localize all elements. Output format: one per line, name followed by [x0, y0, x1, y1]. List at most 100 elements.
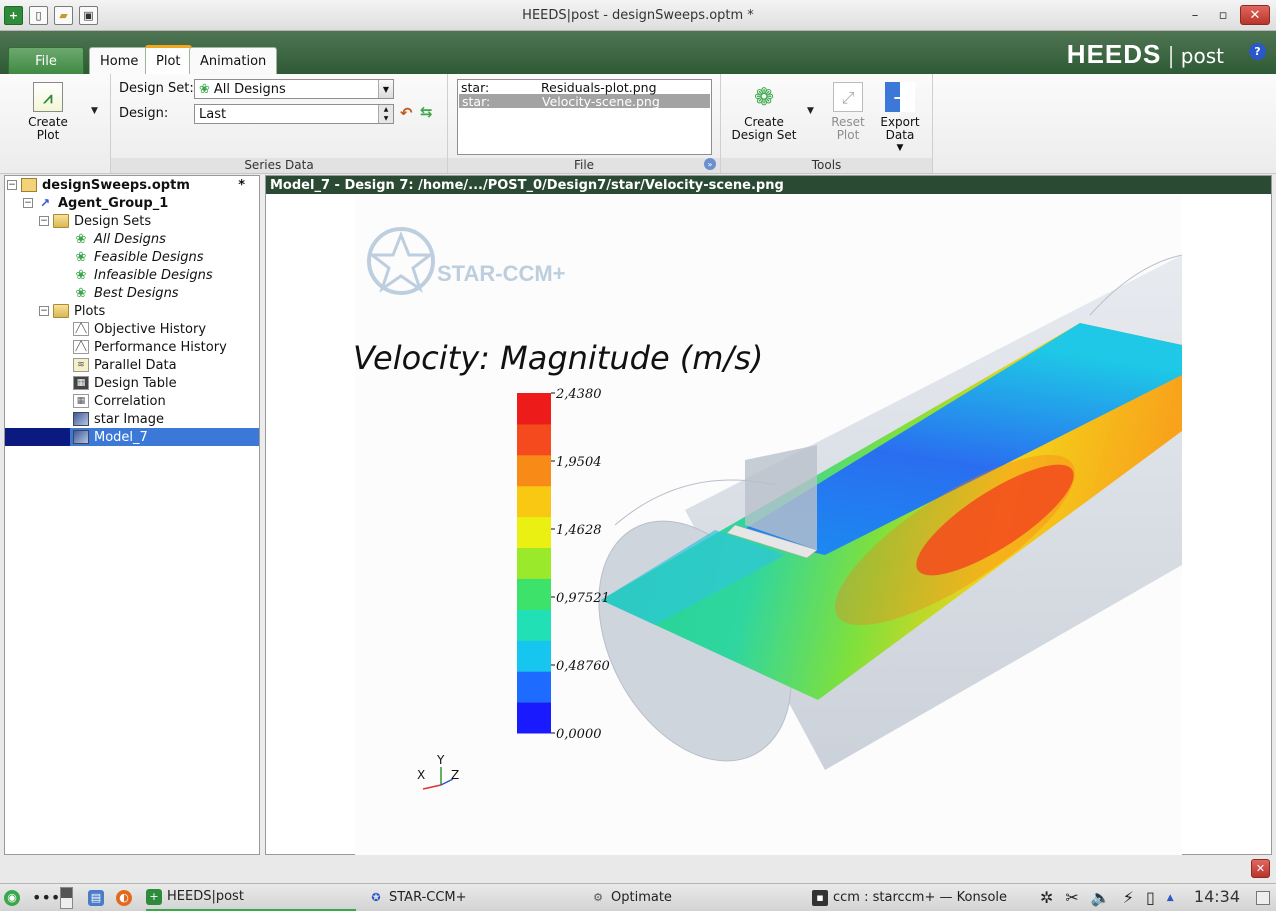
colorbar-swatches	[517, 393, 551, 734]
viewer-title: Model_7 - Design 7: /home/.../POST_0/Des…	[266, 176, 1271, 194]
image-icon	[73, 412, 89, 426]
spin-up-icon[interactable]: ▲	[378, 105, 393, 114]
tree-design-set[interactable]: ❀ Feasible Designs	[5, 248, 259, 266]
chevron-down-icon[interactable]: ▼	[378, 80, 393, 98]
tab-animation[interactable]: Animation	[189, 47, 278, 74]
reset-plot-label-2: Plot	[836, 128, 860, 142]
plot-label: Correlation	[94, 393, 166, 409]
desktop-pager-icon[interactable]	[60, 884, 73, 911]
axis-triad: X Y Z	[417, 753, 459, 790]
tools-icon[interactable]: ✂	[1065, 888, 1078, 907]
battery-icon[interactable]: ▯	[1146, 888, 1155, 907]
file-group-expand-icon[interactable]: »	[704, 158, 716, 170]
list-item[interactable]: star: Residuals-plot.png	[458, 80, 711, 95]
taskbar-item-label: STAR-CCM+	[389, 890, 467, 905]
list-item-selected[interactable]: star: Velocity-scene.png	[459, 94, 710, 109]
series-data-group-label: Series Data	[111, 158, 447, 173]
colorbar-swatch	[517, 702, 551, 734]
design-spinbox[interactable]: Last ▲ ▼	[194, 104, 394, 124]
tree-root[interactable]: − designSweeps.optm *	[5, 176, 259, 194]
tree-design-sets-folder[interactable]: − Design Sets	[5, 212, 259, 230]
help-icon[interactable]: ?	[1249, 43, 1266, 60]
tree-plot[interactable]: ╱╲ Performance History	[5, 338, 259, 356]
tree-plot[interactable]: ≋ Parallel Data	[5, 356, 259, 374]
tree-design-set[interactable]: ❀ All Designs	[5, 230, 259, 248]
design-set-icon: ❀	[199, 81, 210, 97]
restore-button[interactable]: ▫	[1212, 5, 1234, 25]
scene-svg: STAR-CCM+ Velocity: Magnitude (m/s) 2,43…	[355, 227, 1182, 790]
tree-plots-folder[interactable]: − Plots	[5, 302, 259, 320]
tree-plot[interactable]: ╱╲ Objective History	[5, 320, 259, 338]
tree-agent-group[interactable]: − ↗ Agent_Group_1	[5, 194, 259, 212]
plot-viewer: Model_7 - Design 7: /home/.../POST_0/Des…	[265, 175, 1272, 855]
minimize-button[interactable]: –	[1184, 5, 1206, 25]
design-set-label: Infeasible Designs	[94, 267, 213, 283]
network-icon[interactable]: ⚡	[1123, 888, 1134, 907]
undo-icon[interactable]: ↶	[400, 104, 413, 122]
colorbar-swatch	[517, 485, 551, 518]
axis-y-label: Y	[436, 753, 445, 767]
design-set-combo[interactable]: ❀ All Designs ▼	[194, 79, 394, 99]
create-design-set-dropdown-icon[interactable]: ▼	[807, 106, 814, 116]
axis-z-label: Z	[451, 768, 459, 782]
collapse-icon[interactable]: −	[39, 306, 49, 316]
taskbar-item-konsole[interactable]: ▪ ccm : starccm+ — Konsole	[812, 884, 1007, 911]
collapse-icon[interactable]: −	[7, 180, 17, 190]
colorbar-tick-label: 0,97521	[556, 591, 610, 606]
tab-home[interactable]: Home	[89, 47, 150, 74]
taskbar-item-star-ccm[interactable]: ✪ STAR-CCM+	[368, 884, 467, 911]
taskbar-item-label: ccm : starccm+ — Konsole	[833, 890, 1008, 905]
taskbar-item-optimate[interactable]: ⚙ Optimate	[590, 884, 672, 911]
taskbar-item-heeds[interactable]: + HEEDS|post	[146, 884, 356, 911]
tray-expand-icon[interactable]: ▲	[1167, 893, 1174, 903]
history-plot-icon: ╱╲	[73, 340, 89, 354]
colorbar-swatch	[517, 393, 551, 425]
reset-plot-button[interactable]: ⤢ Reset Plot	[825, 82, 871, 142]
tree-plot[interactable]: star Image	[5, 410, 259, 428]
ribbon: ⩘ Create Plot ▼ Design Set: ❀ All Design…	[0, 74, 1276, 174]
collapse-icon[interactable]: −	[39, 216, 49, 226]
file-source: star:	[461, 80, 490, 95]
tree-plot-selected[interactable]: Model_7	[5, 428, 259, 446]
volume-icon[interactable]: 🔈	[1091, 888, 1111, 907]
bug-icon[interactable]: ✲	[1040, 888, 1053, 907]
file-manager-icon[interactable]: ▤	[88, 884, 104, 911]
clock: 14:34	[1193, 887, 1240, 906]
tab-file[interactable]: File	[8, 47, 84, 74]
tree-plot[interactable]: ▦ Correlation	[5, 392, 259, 410]
create-design-set-button[interactable]: ❁ Create Design Set	[729, 82, 799, 142]
agent-group-label: Agent_Group_1	[58, 195, 169, 211]
design-set-label: All Designs	[94, 231, 166, 247]
design-set-label: Design Set:	[119, 81, 194, 96]
tree-design-set[interactable]: ❀ Best Designs	[5, 284, 259, 302]
design-set-icon: ❀	[75, 249, 87, 265]
export-data-button[interactable]: ➜ Export Data ▼	[877, 82, 923, 155]
tree-plot[interactable]: ▦ Design Table	[5, 374, 259, 392]
project-file-icon	[21, 178, 37, 192]
more-icon[interactable]: •••	[32, 884, 60, 911]
export-data-dropdown-icon[interactable]: ▼	[877, 142, 923, 155]
show-desktop-icon[interactable]	[1256, 884, 1270, 911]
close-button[interactable]: ✕	[1240, 5, 1270, 25]
expand-arrows-icon: ⤢	[833, 82, 863, 112]
colorbar-swatch	[517, 671, 551, 703]
create-plot-button[interactable]: ⩘ Create Plot	[22, 82, 74, 142]
collapse-icon[interactable]: −	[23, 198, 33, 208]
export-data-label-2: Data	[885, 128, 915, 142]
close-icon[interactable]: ✕	[1251, 859, 1270, 878]
colorbar-ticks: 2,4380 1,9504 1,4628 0,97521 0,48760 0,0000	[551, 387, 610, 742]
create-plot-dropdown-icon[interactable]: ▼	[91, 106, 98, 116]
firefox-icon[interactable]: ◐	[116, 884, 132, 911]
design-set-cluster-icon: ❁	[753, 82, 775, 111]
folder-icon	[53, 214, 69, 228]
plot-label: Design Table	[94, 375, 177, 391]
swap-arrows-icon[interactable]: ⇆	[420, 103, 433, 121]
design-set-icon: ❀	[75, 285, 87, 301]
file-list[interactable]: star: Residuals-plot.png star: Velocity-…	[457, 79, 712, 155]
colorbar-swatch	[517, 609, 551, 641]
tab-plot[interactable]: Plot	[145, 45, 192, 74]
tree-design-set[interactable]: ❀ Infeasible Designs	[5, 266, 259, 284]
start-menu-button[interactable]: ◉	[4, 884, 20, 911]
spin-down-icon[interactable]: ▼	[378, 114, 393, 123]
star-ccm-logo: STAR-CCM+	[367, 227, 566, 295]
